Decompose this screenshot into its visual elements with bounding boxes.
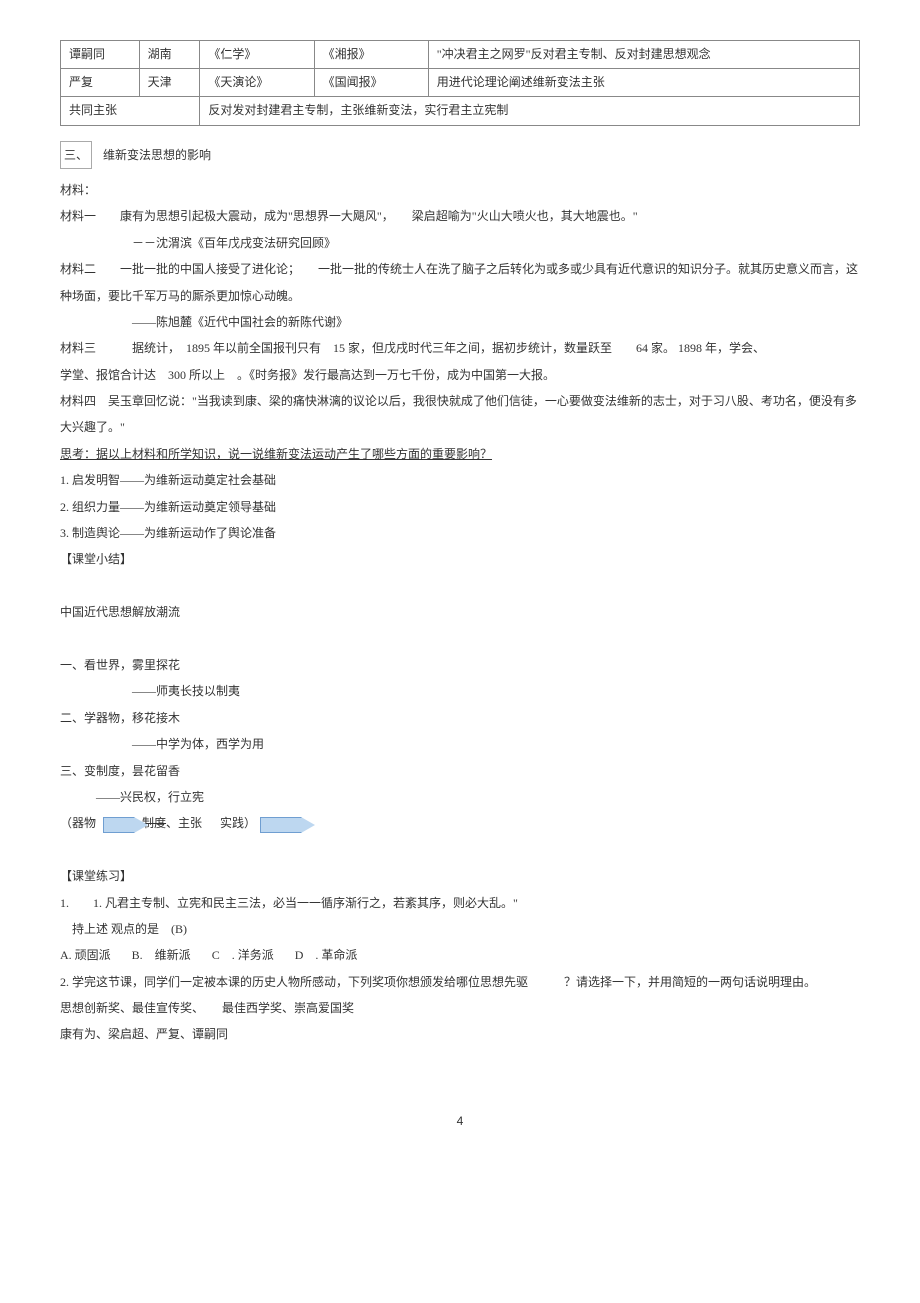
option-a: A. 顽固派: [60, 948, 111, 962]
flow-text-d: 实践）: [220, 816, 256, 830]
material-3b: 学堂、报馆合计达 300 所以上 。《时务报》发行最高达到一万七千份，成为中国第…: [60, 362, 860, 388]
cell-view: 用进代论理论阐述维新变法主张: [428, 69, 859, 97]
point-1: 1. 启发明智——为维新运动奠定社会基础: [60, 467, 860, 493]
option-d: D . 革命派: [295, 948, 358, 962]
cell-work: 《仁学》: [200, 41, 314, 69]
section-3-heading: 三、 维新变法思想的影响: [60, 141, 860, 169]
material-2: 材料二 一批一批的中国人接受了进化论； 一批一批的传统士人在洗了脑子之后转化为或…: [60, 256, 860, 309]
summary-item-1-sub: ——师夷长技以制夷: [60, 678, 860, 704]
arrow-icon: [260, 817, 302, 833]
arrow-icon: [103, 817, 135, 833]
cell-common-content: 反对发对封建君主专制，主张维新变法，实行君主立宪制: [200, 97, 860, 125]
question-1: 1. 1. 凡君主专制、立宪和民主三法，必当一一循序渐行之，若紊其序，则必大乱。…: [60, 890, 860, 916]
reformers-table: 谭嗣同 湖南 《仁学》 《湘报》 "冲决君主之网罗"反对君主专制、反对封建思想观…: [60, 40, 860, 126]
summary-title: 中国近代思想解放潮流: [60, 599, 860, 625]
table-row: 谭嗣同 湖南 《仁学》 《湘报》 "冲决君主之网罗"反对君主专制、反对封建思想观…: [61, 41, 860, 69]
think-prompt: 思考：据以上材料和所学知识，说一说维新变法运动产生了哪些方面的重要影响？: [60, 441, 860, 467]
section-title: 维新变法思想的影响: [103, 148, 211, 162]
summary-item-2: 二、学器物，移花接木: [60, 705, 860, 731]
question-2: 2. 学完这节课，同学们一定被本课的历史人物所感动，下列奖项你想颁发给哪位思想先…: [60, 969, 860, 995]
cell-paper: 《湘报》: [314, 41, 428, 69]
cell-common-label: 共同主张: [61, 97, 200, 125]
page-number: 4: [60, 1108, 860, 1134]
section-number-box: 三、: [60, 141, 92, 169]
cell-name: 谭嗣同: [61, 41, 140, 69]
question-2-awards: 思想创新奖、最佳宣传奖、 最佳西学奖、崇高爱国奖: [60, 995, 860, 1021]
class-summary-label: 【课堂小结】: [60, 546, 860, 572]
flow-diagram: （器物 制度、主张 实践）: [60, 810, 860, 836]
table-row: 共同主张 反对发对封建君主专制，主张维新变法，实行君主立宪制: [61, 97, 860, 125]
summary-item-1: 一、看世界，雾里探花: [60, 652, 860, 678]
cell-work: 《天演论》: [200, 69, 314, 97]
material-4: 材料四 吴玉章回忆说："当我读到康、梁的痛快淋漓的议论以后，我很快就成了他们信徒…: [60, 388, 860, 441]
cell-place: 天津: [139, 69, 200, 97]
class-exercise-label: 【课堂练习】: [60, 863, 860, 889]
option-b: B. 维新派: [132, 948, 191, 962]
table-row: 严复 天津 《天演论》 《国闻报》 用进代论理论阐述维新变法主张: [61, 69, 860, 97]
point-2: 2. 组织力量——为维新运动奠定领导基础: [60, 494, 860, 520]
option-c: C . 洋务派: [212, 948, 274, 962]
material-2-source: ——陈旭麓《近代中国社会的新陈代谢》: [60, 309, 860, 335]
point-3: 3. 制造舆论——为维新运动作了舆论准备: [60, 520, 860, 546]
summary-item-2-sub: ——中学为体，西学为用: [60, 731, 860, 757]
cell-place: 湖南: [139, 41, 200, 69]
material-1: 材料一 康有为思想引起极大震动，成为"思想界一大飓风"， 梁启超喻为"火山大喷火…: [60, 203, 860, 229]
question-2-names: 康有为、梁启超、严复、谭嗣同: [60, 1021, 860, 1047]
summary-item-3: 三、变制度，昙花留香: [60, 758, 860, 784]
material-1-source: －－沈渭滨《百年戊戌变法研究回顾》: [60, 230, 860, 256]
materials-label: 材料：: [60, 177, 860, 203]
question-1-stem: 持上述 观点的是 (B): [60, 916, 860, 942]
cell-name: 严复: [61, 69, 140, 97]
cell-paper: 《国闻报》: [314, 69, 428, 97]
material-3a: 材料三 据统计， 1895 年以前全国报刊只有 15 家，但戊戌时代三年之间，据…: [60, 335, 860, 361]
summary-item-3-sub: ——兴民权，行立宪: [60, 784, 860, 810]
cell-view: "冲决君主之网罗"反对君主专制、反对封建思想观念: [428, 41, 859, 69]
flow-text-c: 、主张: [166, 816, 202, 830]
question-1-options: A. 顽固派 B. 维新派 C . 洋务派 D . 革命派: [60, 942, 860, 968]
flow-text-a: （器物: [60, 816, 96, 830]
